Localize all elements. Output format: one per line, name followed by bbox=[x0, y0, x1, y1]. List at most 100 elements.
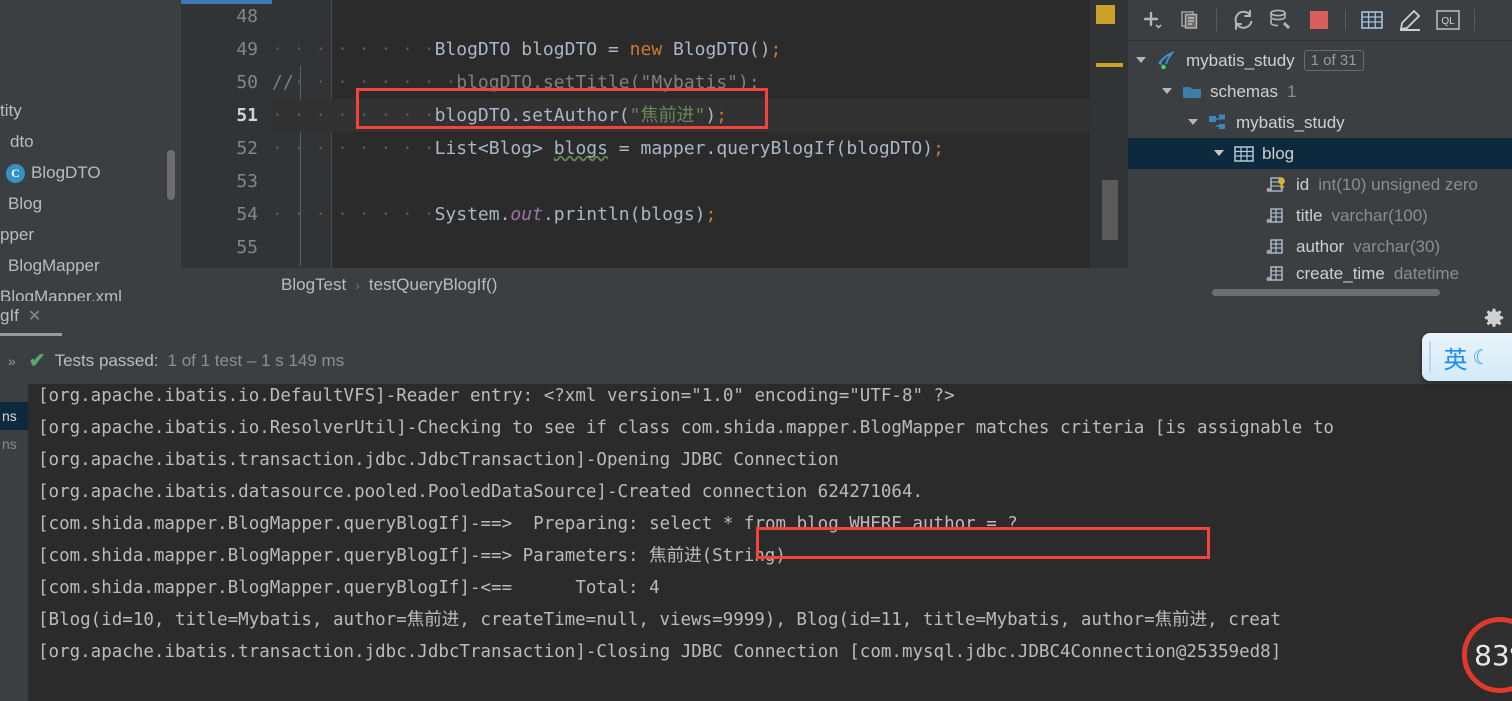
add-button[interactable] bbox=[1136, 4, 1168, 36]
db-tree-meta: int(10) unsigned zero bbox=[1318, 174, 1478, 194]
warning-stripe-marker[interactable] bbox=[1096, 63, 1123, 67]
run-tab-bar: gIf ✕ bbox=[0, 301, 1512, 337]
db-tree-label: create_time bbox=[1296, 264, 1385, 283]
mysql-icon bbox=[1156, 50, 1178, 71]
project-tree-panel[interactable]: tity dto C BlogDTO Blog pper BlogMapper B… bbox=[0, 0, 181, 301]
chevron-down-icon[interactable] bbox=[1186, 115, 1202, 131]
ime-mode-label[interactable]: 英 bbox=[1444, 340, 1468, 375]
code-token: List<Blog> bbox=[434, 138, 554, 159]
project-tree-scrollbar[interactable] bbox=[167, 150, 175, 200]
db-tree-item-column-author[interactable]: author varchar(30) bbox=[1128, 231, 1512, 262]
table-icon[interactable] bbox=[1356, 4, 1388, 36]
database-panel: QL mybatis_study 1 of 31 schemas 1 mybat… bbox=[1128, 0, 1512, 301]
breadcrumb[interactable]: BlogTest › testQueryBlogIf() bbox=[181, 268, 1128, 301]
run-tab[interactable]: gIf ✕ bbox=[0, 306, 41, 326]
close-icon[interactable]: ✕ bbox=[28, 306, 41, 326]
database-toolbar: QL bbox=[1128, 0, 1512, 41]
code-token: blogDTO.setAuthor( bbox=[434, 105, 630, 126]
editor-scrollbar-thumb[interactable] bbox=[1102, 180, 1118, 240]
copy-icon[interactable] bbox=[1174, 4, 1206, 36]
project-tree-item-blogdto[interactable]: C BlogDTO bbox=[0, 157, 181, 188]
db-tree-item-schemas[interactable]: schemas 1 bbox=[1128, 76, 1512, 107]
sql-wrench-icon[interactable] bbox=[1265, 4, 1297, 36]
project-tree-item-blogmapper[interactable]: BlogMapper bbox=[0, 250, 181, 281]
db-tree-label: blog bbox=[1262, 143, 1295, 163]
console-output[interactable]: [org.apache.ibatis.io.DefaultVFS]-Reader… bbox=[28, 384, 1512, 701]
toolbar-divider bbox=[1216, 9, 1217, 31]
console-line-result: [Blog(id=10, title=Mybatis, author=焦前进, … bbox=[38, 610, 1281, 630]
console-side-tabs[interactable]: ns ns bbox=[0, 384, 28, 701]
project-tree-label: tity bbox=[0, 101, 22, 120]
console-line-preparing: [com.shida.mapper.BlogMapper.queryBlogIf… bbox=[38, 514, 1029, 534]
code-token: .println(blogs) bbox=[542, 204, 706, 225]
toolbar-divider bbox=[1474, 9, 1475, 31]
db-tree-item-schema[interactable]: mybatis_study bbox=[1128, 107, 1512, 138]
db-tree-item-column-create-time[interactable]: create_time datetime bbox=[1128, 262, 1512, 286]
code-line: · · · · · · · ·List<Blog> blogs = mapper… bbox=[272, 132, 1090, 165]
expand-chevrons-icon[interactable]: » bbox=[4, 353, 20, 369]
editor-gutter[interactable]: 48 49 50 51 52 53 54 55 56 bbox=[181, 0, 278, 301]
line-number-current: 51 bbox=[236, 105, 258, 126]
db-tree-label: mybatis_study bbox=[1236, 112, 1345, 132]
indent-dots: · · · · · · · · bbox=[293, 72, 457, 93]
app-window: tity dto C BlogDTO Blog pper BlogMapper B… bbox=[0, 0, 1512, 701]
db-tree-item-table-blog[interactable]: blog bbox=[1128, 138, 1512, 169]
gear-icon[interactable] bbox=[1482, 307, 1506, 331]
editor-error-stripe[interactable] bbox=[1090, 0, 1128, 268]
moon-icon[interactable]: ☾ bbox=[1473, 345, 1491, 370]
refresh-icon[interactable] bbox=[1227, 4, 1259, 36]
console-line: [org.apache.ibatis.io.ResolverUtil]-Chec… bbox=[38, 418, 1334, 438]
stop-button[interactable] bbox=[1303, 4, 1335, 36]
code-line: · · · · · · · ·BlogDTO blogDTO = new Blo… bbox=[272, 33, 1090, 66]
line-number: 49 bbox=[236, 39, 258, 60]
database-tree[interactable]: mybatis_study 1 of 31 schemas 1 mybatis_… bbox=[1128, 41, 1512, 286]
column-icon bbox=[1266, 265, 1288, 283]
line-number: 50 bbox=[236, 72, 258, 93]
folder-icon bbox=[1182, 84, 1202, 100]
project-tree-label: pper bbox=[0, 225, 35, 244]
code-token: = mapper.queryBlogIf(blogDTO) bbox=[607, 138, 934, 159]
project-tree-item[interactable]: dto bbox=[0, 126, 181, 157]
project-tree-label: BlogMapper.xml bbox=[0, 287, 122, 301]
warning-marker-icon[interactable] bbox=[1096, 5, 1115, 24]
pencil-icon[interactable] bbox=[1394, 4, 1426, 36]
database-horizontal-scrollbar[interactable] bbox=[1212, 289, 1440, 296]
indent-dots: · · · · · · · · bbox=[272, 138, 435, 159]
schema-icon bbox=[1208, 114, 1228, 132]
db-tree-item-column-title[interactable]: title varchar(100) bbox=[1128, 200, 1512, 231]
code-token-semicolon: ; bbox=[933, 138, 944, 159]
project-tree-item[interactable]: Blog bbox=[0, 188, 181, 219]
scroll-progress-bar bbox=[181, 0, 278, 4]
breadcrumb-method[interactable]: testQueryBlogIf() bbox=[369, 275, 498, 295]
indent-dots: · · · · · · · · bbox=[272, 105, 435, 126]
console-line: [org.apache.ibatis.datasource.pooled.Poo… bbox=[38, 482, 924, 502]
run-tab-underline bbox=[0, 333, 62, 336]
drag-handle-icon[interactable] bbox=[1429, 341, 1431, 373]
project-tree-item-blogmapper-xml[interactable]: BlogMapper.xml bbox=[0, 281, 181, 301]
line-number: 52 bbox=[236, 138, 258, 159]
chevron-down-icon[interactable] bbox=[1212, 146, 1228, 162]
editor-region: tity dto C BlogDTO Blog pper BlogMapper B… bbox=[0, 0, 1128, 301]
project-tree-item[interactable]: tity bbox=[0, 95, 181, 126]
console-side-tab[interactable]: ns bbox=[0, 430, 28, 458]
code-token-string: "焦前进" bbox=[629, 105, 706, 126]
ime-floating-bar[interactable]: 英 ☾ bbox=[1422, 333, 1512, 381]
console-side-tab[interactable]: ns bbox=[0, 402, 28, 430]
query-console-icon[interactable]: QL bbox=[1432, 4, 1464, 36]
db-tree-label: mybatis_study bbox=[1186, 50, 1295, 70]
line-number: 48 bbox=[236, 6, 258, 27]
db-tree-item-column-id[interactable]: id int(10) unsigned zero bbox=[1128, 169, 1512, 200]
chevron-down-icon[interactable] bbox=[1160, 84, 1176, 100]
console-line: [org.apache.ibatis.transaction.jdbc.Jdbc… bbox=[38, 450, 839, 470]
code-text-area[interactable]: · · · · · · · ·BlogDTO blogDTO = new Blo… bbox=[272, 0, 1090, 268]
chevron-down-icon[interactable] bbox=[1134, 53, 1150, 69]
project-tree-item[interactable]: pper bbox=[0, 219, 181, 250]
indent-dots: · · · · · · · · bbox=[272, 39, 435, 60]
db-tree-item-datasource[interactable]: mybatis_study 1 of 31 bbox=[1128, 45, 1512, 76]
code-token: System. bbox=[434, 204, 511, 225]
code-token-comment: // bbox=[272, 72, 294, 93]
breadcrumb-class[interactable]: BlogTest bbox=[281, 275, 346, 295]
console-line-total: [com.shida.mapper.BlogMapper.queryBlogIf… bbox=[38, 578, 660, 598]
